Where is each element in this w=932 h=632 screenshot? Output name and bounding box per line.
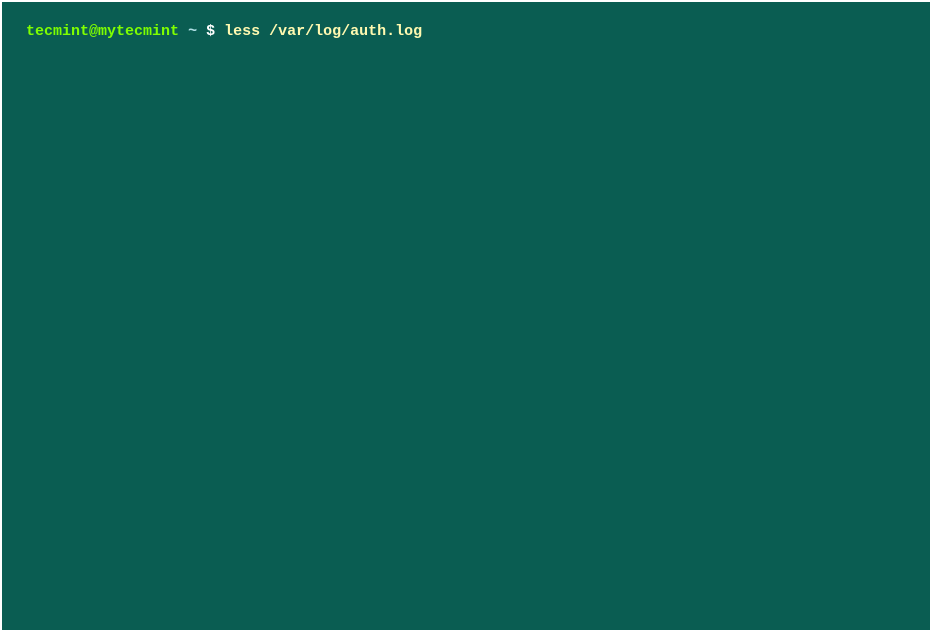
prompt-cwd: ~ [188, 23, 197, 40]
command-input[interactable]: less /var/log/auth.log [224, 23, 422, 40]
prompt-symbol: $ [206, 23, 215, 40]
prompt-user-host: tecmint@mytecmint [26, 23, 179, 40]
terminal-window[interactable]: tecmint@mytecmint ~ $ less /var/log/auth… [2, 2, 930, 44]
